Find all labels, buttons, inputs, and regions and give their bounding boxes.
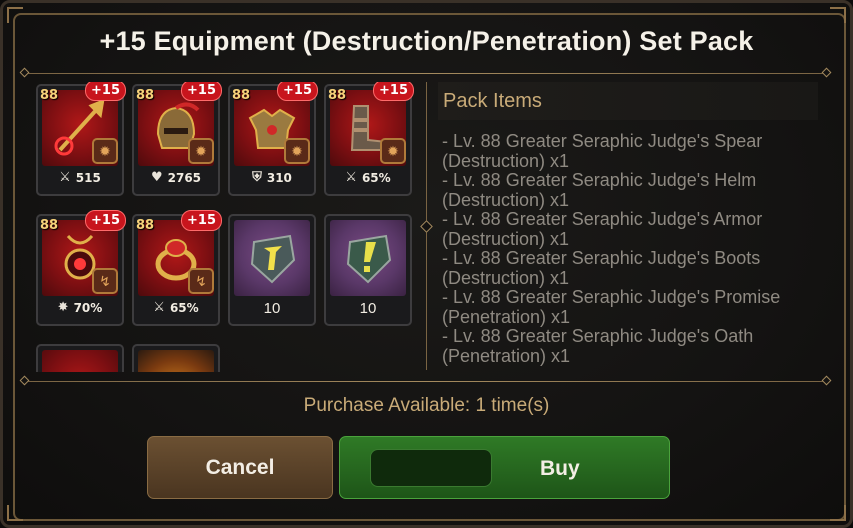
claw-badge-icon: ↯ [92, 268, 118, 294]
item-count: 10 [263, 300, 281, 317]
claw-badge-icon: ↯ [188, 268, 214, 294]
level-label: 88 [328, 88, 347, 103]
enhance-badge: +15 [85, 82, 126, 101]
divider-bottom [26, 381, 827, 382]
heart-icon: ♥ [150, 170, 163, 185]
enhance-badge: +15 [181, 82, 222, 101]
enhance-badge: +15 [85, 210, 126, 231]
shield-icon: ⛨ [252, 170, 262, 185]
level-label: 88 [232, 88, 251, 103]
level-label: 88 [136, 88, 155, 103]
pack-item-line: - Lv. 88 Greater Seraphic Judge's Armor [442, 209, 763, 229]
stat-row: ♥ 2765 [134, 170, 218, 185]
stat-row: ⚔ 65% [134, 300, 218, 315]
pack-item-line: - Lv. 88 Greater Seraphic Judge's Spear [442, 132, 763, 151]
gear-badge-icon: ✹ [380, 138, 406, 164]
gear-badge-icon: ✹ [92, 138, 118, 164]
item-yellow-stone[interactable]: 10 [228, 214, 316, 326]
item-partial[interactable] [36, 344, 124, 372]
enhance-badge: +15 [277, 82, 318, 101]
pack-item-line: (Destruction) x1 [442, 228, 570, 249]
item-art [138, 350, 214, 372]
item-promise[interactable]: 88 +15 ↯ ✸ 70% [36, 210, 126, 326]
pack-item-line: - Lv. 88 Greater Seraphic Judge's Promis… [442, 287, 781, 307]
stat-value: 65% [169, 300, 199, 315]
corner-ornament [7, 505, 23, 521]
purchase-limit-text: Purchase Available: 1 time(s) [303, 395, 550, 416]
level-label: 88 [40, 218, 59, 233]
item-grid[interactable]: 88 +15 ✹ ⚔ 515 88 +15 ✹ ♥ 2765 88 +15 ✹ … [30, 82, 415, 372]
pack-item-line: (Destruction) x1 [442, 267, 570, 288]
item-helm[interactable]: 88 +15 ✹ ♥ 2765 [132, 82, 222, 196]
stat-value: 70% [73, 300, 103, 315]
yellow-stone-icon [250, 234, 296, 284]
stat-value: 515 [75, 170, 101, 185]
pack-item-line: (Penetration) x1 [442, 306, 571, 327]
item-partial[interactable] [132, 344, 220, 372]
enhance-badge: +15 [373, 82, 414, 101]
gear-badge-icon: ✹ [284, 138, 310, 164]
enhance-badge: +15 [181, 210, 222, 231]
stat-row: ⚔ 515 [38, 170, 122, 185]
item-count: 10 [359, 300, 377, 317]
pack-contents-panel: Pack Items - Lv. 88 Greater Seraphic Jud… [420, 82, 824, 370]
level-label: 88 [40, 88, 59, 103]
pack-item-line: - Lv. 88 Greater Seraphic Judge's Oath [442, 326, 754, 346]
item-boots[interactable]: 88 +15 ✹ ⚔ 65% [324, 82, 414, 196]
corner-ornament [7, 7, 23, 23]
sword-icon: ⚔ [345, 170, 357, 185]
item-oath[interactable]: 88 +15 ↯ ⚔ 65% [132, 210, 222, 326]
gear-badge-icon: ✹ [188, 138, 214, 164]
sword-icon: ⚔ [153, 300, 165, 315]
stat-value: 2765 [167, 170, 202, 185]
buy-button[interactable]: Buy [339, 436, 670, 499]
green-stone-icon [346, 234, 392, 284]
price-slot [370, 449, 492, 487]
pack-item-line: - Lv. 88 Greater Seraphic Judge's Boots [442, 248, 761, 268]
cancel-button[interactable]: Cancel [147, 436, 333, 499]
sword-icon: ⚔ [59, 170, 71, 185]
level-label: 88 [136, 218, 155, 233]
stone-art [330, 220, 406, 296]
corner-ornament [830, 505, 846, 521]
corner-ornament [830, 7, 846, 23]
stat-row: ⛨ 310 [230, 170, 314, 185]
pack-item-line: (Destruction) x1 [442, 150, 570, 171]
pack-item-line: - Lv. 88 Greater Seraphic Judge's Helm [442, 170, 757, 190]
burst-icon: ✸ [57, 300, 69, 315]
item-armor[interactable]: 88 +15 ✹ ⛨ 310 [228, 82, 318, 196]
dialog-title: +15 Equipment (Destruction/Penetration) … [99, 26, 754, 56]
item-green-stone[interactable]: 10 [324, 214, 412, 326]
buy-label: Buy [540, 457, 580, 480]
pack-item-line: (Penetration) x1 [442, 345, 571, 366]
pack-items-header: Pack Items [438, 82, 818, 120]
stat-value: 310 [266, 170, 292, 185]
pack-item-line: (Destruction) x1 [442, 189, 570, 210]
divider-top [26, 73, 827, 74]
item-spear[interactable]: 88 +15 ✹ ⚔ 515 [36, 82, 126, 196]
pack-items-list[interactable]: - Lv. 88 Greater Seraphic Judge's Spear … [442, 132, 820, 367]
item-art [42, 350, 118, 372]
stone-art [234, 220, 310, 296]
stat-value: 65% [361, 170, 391, 185]
stat-row: ✸ 70% [38, 300, 122, 315]
stat-row: ⚔ 65% [326, 170, 410, 185]
